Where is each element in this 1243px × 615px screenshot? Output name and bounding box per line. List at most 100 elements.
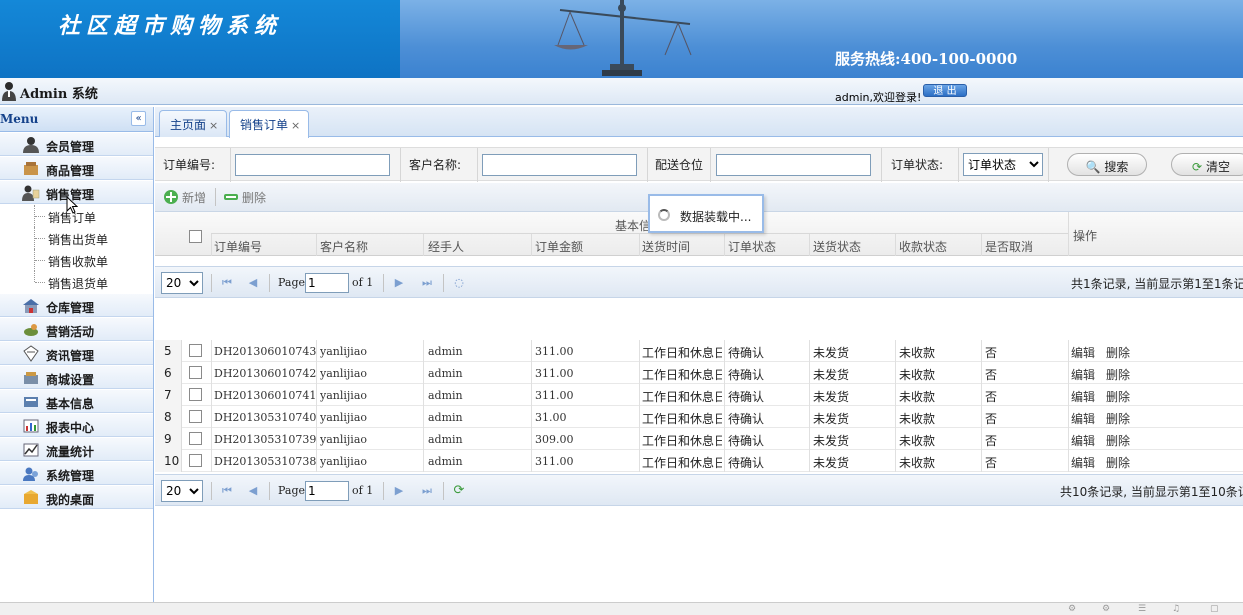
sidebar-subitem-sales-shipment[interactable]: 销售出货单 bbox=[0, 227, 153, 249]
column-header-ship-status[interactable]: 送货状态 bbox=[813, 238, 861, 255]
row-checkbox[interactable] bbox=[189, 432, 202, 445]
search-button[interactable]: 🔍 搜索 bbox=[1067, 153, 1147, 176]
page-size-select[interactable]: 20 bbox=[161, 480, 203, 502]
divider bbox=[809, 234, 810, 256]
divider bbox=[881, 148, 882, 182]
column-header-amount[interactable]: 订单金额 bbox=[535, 238, 583, 255]
divider bbox=[639, 428, 640, 450]
row-number-text: 8 bbox=[164, 410, 172, 424]
edit-link[interactable]: 编辑 bbox=[1071, 432, 1095, 449]
clear-button[interactable]: ⟳ 清空 bbox=[1171, 153, 1243, 176]
first-page-icon[interactable]: ⏮ bbox=[221, 277, 233, 289]
status-select[interactable]: 订单状态 bbox=[963, 153, 1043, 176]
logout-button[interactable]: 退 出 bbox=[923, 84, 967, 97]
warehouse-input[interactable] bbox=[716, 154, 871, 176]
sidebar-item-label: 系统管理 bbox=[46, 469, 95, 483]
edit-link[interactable]: 编辑 bbox=[1071, 454, 1095, 471]
system-icon bbox=[23, 467, 38, 481]
customer-input[interactable] bbox=[482, 154, 637, 176]
select-all-checkbox[interactable] bbox=[189, 230, 202, 243]
edit-link[interactable]: 编辑 bbox=[1071, 410, 1095, 427]
sidebar-item-marketing[interactable]: 营销活动 bbox=[0, 318, 153, 341]
row-checkbox[interactable] bbox=[189, 410, 202, 423]
table-row[interactable]: 6 DH201306010742 yanlijiao admin 311.00 工作日和休… bbox=[155, 362, 1243, 384]
edit-link[interactable]: 编辑 bbox=[1071, 366, 1095, 383]
table-row[interactable]: 7 DH201306010741 yanlijiao admin 311.00 工作日和休… bbox=[155, 384, 1243, 406]
collapse-sidebar-button[interactable]: « bbox=[131, 111, 146, 126]
first-page-icon[interactable]: ⏮ bbox=[221, 485, 233, 497]
edit-link[interactable]: 编辑 bbox=[1071, 388, 1095, 405]
sidebar-item-system[interactable]: 系统管理 bbox=[0, 462, 153, 485]
cell-pay-status: 未收款 bbox=[899, 456, 936, 470]
sidebar-item-news[interactable]: 资讯管理 bbox=[0, 342, 153, 365]
divider bbox=[981, 362, 982, 384]
sidebar-item-member[interactable]: 会员管理 bbox=[0, 133, 153, 156]
page-number-input[interactable] bbox=[305, 481, 349, 501]
loading-refresh-icon[interactable]: ◌ bbox=[453, 277, 465, 289]
tab-home[interactable]: 主页面 × bbox=[159, 110, 228, 137]
loading-spinner-icon bbox=[658, 209, 670, 221]
row-checkbox[interactable] bbox=[189, 344, 202, 357]
column-header-delivery-time[interactable]: 送货时间 bbox=[642, 238, 690, 255]
divider bbox=[895, 428, 896, 450]
close-icon[interactable]: × bbox=[291, 119, 300, 132]
add-button[interactable]: 新增 bbox=[163, 189, 206, 206]
delete-link[interactable]: 删除 bbox=[1106, 366, 1130, 383]
column-header-pay-status[interactable]: 收款状态 bbox=[899, 238, 947, 255]
sidebar-item-basic-info[interactable]: 基本信息 bbox=[0, 390, 153, 413]
delete-button[interactable]: 删除 bbox=[223, 189, 266, 206]
column-header-handler[interactable]: 经手人 bbox=[428, 238, 464, 255]
row-checkbox[interactable] bbox=[189, 454, 202, 467]
cell-ship-status: 未发货 bbox=[813, 434, 850, 448]
sidebar-item-warehouse[interactable]: 仓库管理 bbox=[0, 294, 153, 317]
cell-amount: 311.00 bbox=[535, 455, 574, 468]
sidebar-item-desktop[interactable]: 我的桌面 bbox=[0, 486, 153, 509]
delete-icon bbox=[224, 194, 238, 200]
delete-link[interactable]: 删除 bbox=[1106, 388, 1130, 405]
sidebar-item-report[interactable]: 报表中心 bbox=[0, 414, 153, 437]
cell-delivery-time: 工作日和休息日 bbox=[642, 434, 722, 448]
sidebar-subitem-sales-return[interactable]: 销售退货单 bbox=[0, 271, 153, 293]
divider bbox=[981, 428, 982, 450]
mall-settings-icon bbox=[24, 372, 38, 384]
next-page-icon[interactable]: ▶ bbox=[393, 485, 405, 497]
cell-order-no: DH201305310738 bbox=[214, 455, 317, 468]
table-row[interactable]: 5 DH201306010743 yanlijiao admin 311.00 工作日和休… bbox=[155, 340, 1243, 362]
pager-bottom: 20 ⏮ ◀ Page of 1 ▶ ⏭ ⟳ 共10条记录, 当前显示第1至10… bbox=[155, 474, 1243, 506]
sidebar-item-mall-settings[interactable]: 商城设置 bbox=[0, 366, 153, 389]
sidebar-item-traffic[interactable]: 流量统计 bbox=[0, 438, 153, 461]
prev-page-icon[interactable]: ◀ bbox=[247, 485, 259, 497]
row-checkbox[interactable] bbox=[189, 366, 202, 379]
page-size-select[interactable]: 20 bbox=[161, 272, 203, 294]
row-checkbox[interactable] bbox=[189, 388, 202, 401]
tab-sales-order[interactable]: 销售订单 × bbox=[229, 110, 310, 138]
column-header-order-status[interactable]: 订单状态 bbox=[728, 238, 776, 255]
close-icon[interactable]: × bbox=[209, 119, 218, 132]
last-page-icon[interactable]: ⏭ bbox=[421, 277, 433, 289]
order-no-input[interactable] bbox=[235, 154, 390, 176]
divider bbox=[724, 362, 725, 384]
sidebar-subitem-sales-receipt[interactable]: 销售收款单 bbox=[0, 249, 153, 271]
table-row[interactable]: 10 DH201305310738 yanlijiao admin 311.00 工作日和… bbox=[155, 450, 1243, 472]
column-header-cancelled[interactable]: 是否取消 bbox=[985, 238, 1033, 255]
sidebar-item-goods[interactable]: 商品管理 bbox=[0, 157, 153, 180]
edit-link[interactable]: 编辑 bbox=[1071, 344, 1095, 361]
sidebar-item-label: 流量统计 bbox=[46, 445, 95, 459]
delete-link[interactable]: 删除 bbox=[1106, 344, 1130, 361]
next-page-icon[interactable]: ▶ bbox=[393, 277, 405, 289]
delete-link[interactable]: 删除 bbox=[1106, 410, 1130, 427]
delete-link[interactable]: 删除 bbox=[1106, 454, 1130, 471]
prev-page-icon[interactable]: ◀ bbox=[247, 277, 259, 289]
refresh-icon[interactable]: ⟳ bbox=[453, 484, 465, 497]
column-header-order-no[interactable]: 订单编号 bbox=[214, 238, 262, 255]
divider bbox=[724, 234, 725, 256]
delete-link[interactable]: 删除 bbox=[1106, 432, 1130, 449]
cell-customer: yanlijiao bbox=[320, 411, 368, 424]
last-page-icon[interactable]: ⏭ bbox=[421, 485, 433, 497]
cell-delivery-time: 工作日和休息日 bbox=[642, 456, 722, 470]
table-row[interactable]: 9 DH201305310739 yanlijiao admin 309.00 工作日和休… bbox=[155, 428, 1243, 450]
page-number-input[interactable] bbox=[305, 273, 349, 293]
cell-delivery-time: 工作日和休息日 bbox=[642, 412, 722, 426]
table-row[interactable]: 8 DH201305310740 yanlijiao admin 31.00 工作日和休息… bbox=[155, 406, 1243, 428]
column-header-customer[interactable]: 客户名称 bbox=[320, 238, 368, 255]
